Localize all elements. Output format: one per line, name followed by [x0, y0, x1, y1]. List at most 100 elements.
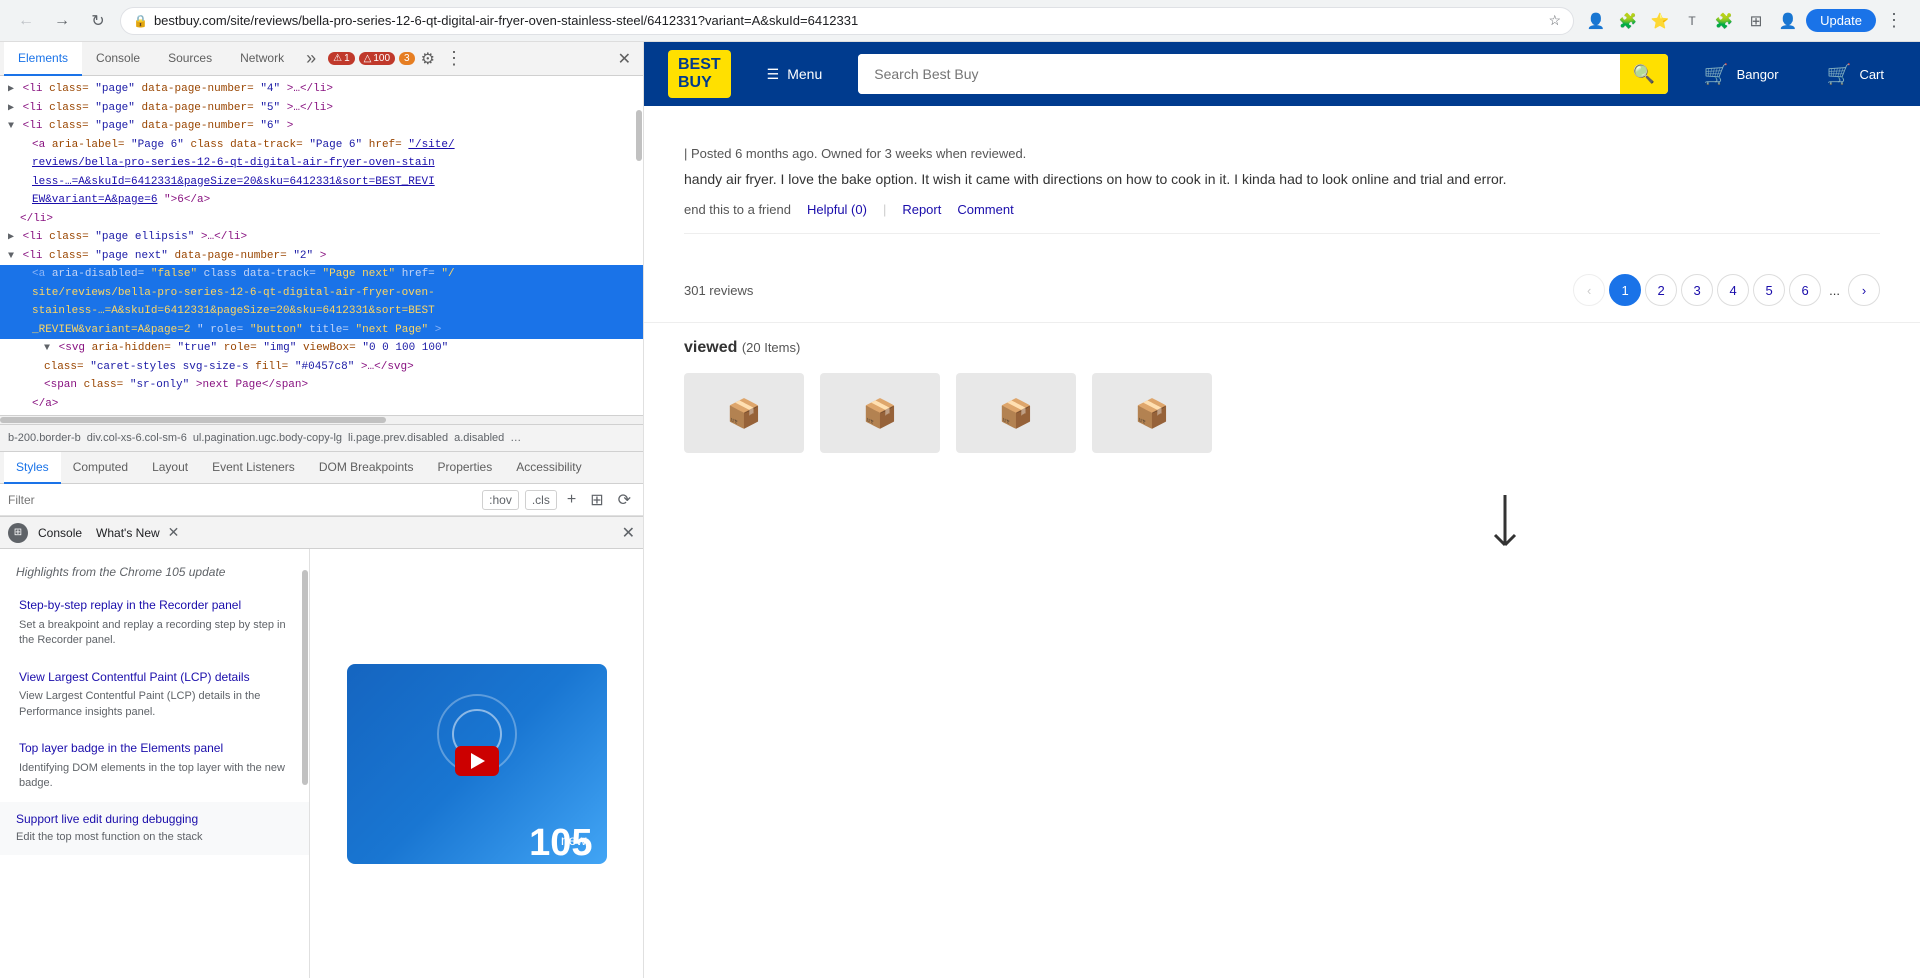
tab-styles[interactable]: Styles [4, 452, 61, 484]
back-button[interactable]: ← [12, 7, 40, 35]
report-button[interactable]: Report [902, 202, 941, 217]
tab-event-listeners[interactable]: Event Listeners [200, 452, 307, 484]
person-icon[interactable]: 👤 [1774, 7, 1802, 35]
dom-line-selected[interactable]: stainless-…=A&skuId=6412331&pageSize=20&… [0, 302, 643, 321]
breadcrumb-item[interactable]: a.disabled [454, 432, 504, 444]
page-1-button[interactable]: 1 [1609, 274, 1641, 306]
star-icon[interactable]: ☆ [1549, 12, 1562, 29]
update-button[interactable]: Update [1806, 9, 1876, 32]
expand-icon[interactable]: ▶ [8, 103, 14, 114]
menu-button[interactable]: ☰ Menu [755, 58, 835, 91]
dom-line-selected[interactable]: <a aria-disabled= "false" class data-tra… [0, 265, 643, 284]
layout-icon[interactable]: ⊞ [586, 488, 607, 512]
list-item[interactable]: Top layer badge in the Elements panel Id… [0, 730, 309, 802]
profile-icon[interactable]: 👤 [1582, 7, 1610, 35]
devtools-menu-button[interactable]: ⋮ [441, 48, 467, 69]
tab-elements[interactable]: Elements [4, 42, 82, 76]
whatsnew-tab[interactable]: What's New ✕ [96, 524, 183, 541]
product-card[interactable]: 📦 [956, 373, 1076, 461]
address-bar[interactable]: 🔒 bestbuy.com/site/reviews/bella-pro-ser… [120, 7, 1574, 35]
grid-icon[interactable]: ⊞ [1742, 7, 1770, 35]
list-item[interactable]: View Largest Contentful Paint (LCP) deta… [0, 659, 309, 731]
console-tab-label[interactable]: Console [32, 526, 88, 540]
extensions-icon[interactable]: 🧩 [1710, 7, 1738, 35]
next-page-button[interactable]: › [1848, 274, 1880, 306]
tab-dom-breakpoints[interactable]: DOM Breakpoints [307, 452, 426, 484]
product-card[interactable]: 📦 [684, 373, 804, 461]
breadcrumb: b-200.border-b div.col-xs-6.col-sm-6 ul.… [0, 424, 643, 452]
tab-computed[interactable]: Computed [61, 452, 140, 484]
whatsnew-close-button[interactable]: ✕ [164, 524, 184, 541]
chrome-menu-icon[interactable]: ⋮ [1880, 7, 1908, 35]
breadcrumb-item[interactable]: b-200.border-b [8, 432, 81, 444]
page-2-button[interactable]: 2 [1645, 274, 1677, 306]
refresh-icon[interactable]: ⟳ [614, 488, 635, 512]
page-3-button[interactable]: 3 [1681, 274, 1713, 306]
prev-page-button[interactable]: ‹ [1573, 274, 1605, 306]
search-input[interactable] [858, 54, 1619, 94]
h-scroll-thumb[interactable] [0, 417, 386, 423]
cart-button[interactable]: 🛒 Cart [1815, 54, 1896, 95]
extension-icon[interactable]: 🧩 [1614, 7, 1642, 35]
list-scrollbar[interactable] [301, 549, 309, 978]
send-friend-link[interactable]: end this to a friend [684, 202, 791, 217]
console-panel-close-button[interactable]: ✕ [622, 523, 635, 543]
dom-line-selected[interactable]: _REVIEW&variant=A&page=2 " role= "button… [0, 321, 643, 340]
dom-line: <a aria-label= "Page 6" class data-track… [0, 136, 643, 155]
tab-network[interactable]: Network [226, 42, 298, 76]
tab-sources[interactable]: Sources [154, 42, 226, 76]
play-button[interactable] [455, 746, 499, 776]
dom-line: ▶ <li class= "page" data-page-number= "4… [0, 80, 643, 99]
whatsnew-item-desc: Set a breakpoint and replay a recording … [19, 618, 293, 649]
dom-vertical-scrollbar[interactable] [635, 76, 643, 415]
review-item: | Posted 6 months ago. Owned for 3 weeks… [684, 130, 1880, 234]
page-5-button[interactable]: 5 [1753, 274, 1785, 306]
hover-filter-button[interactable]: :hov [482, 490, 519, 510]
product-image: 📦 [820, 373, 940, 453]
website-content[interactable]: | Posted 6 months ago. Owned for 3 weeks… [644, 106, 1920, 978]
video-thumbnail[interactable]: new 105 [347, 664, 607, 864]
tab-console[interactable]: Console [82, 42, 154, 76]
console-tab-icon[interactable]: ⊞ [8, 523, 28, 543]
dom-tree-scroll[interactable]: ▶ <li class= "page" data-page-number= "4… [0, 76, 643, 415]
tab-properties[interactable]: Properties [426, 452, 505, 484]
list-scroll-thumb[interactable] [302, 570, 308, 785]
page-6-button[interactable]: 6 [1789, 274, 1821, 306]
devtools-close-button[interactable]: ✕ [610, 49, 639, 69]
breadcrumb-item[interactable]: ul.pagination.ugc.body-copy-lg [193, 432, 342, 444]
search-button[interactable]: 🔍 [1620, 54, 1668, 94]
horizontal-scrollbar[interactable] [0, 416, 643, 424]
list-item[interactable]: Step-by-step replay in the Recorder pane… [0, 587, 309, 659]
cls-filter-button[interactable]: .cls [525, 490, 557, 510]
filter-input[interactable] [8, 493, 476, 507]
tab-accessibility[interactable]: Accessibility [504, 452, 593, 484]
breadcrumb-item[interactable]: div.col-xs-6.col-sm-6 [87, 432, 187, 444]
expand-icon[interactable]: ▶ [8, 84, 14, 95]
comment-button[interactable]: Comment [957, 202, 1013, 217]
collapse-icon[interactable]: ▼ [44, 343, 50, 354]
breadcrumb-item[interactable]: li.page.prev.disabled [348, 432, 448, 444]
page-4-button[interactable]: 4 [1717, 274, 1749, 306]
expand-icon[interactable]: ▶ [8, 232, 14, 243]
settings-button[interactable]: ⚙ [415, 49, 441, 69]
tab-layout[interactable]: Layout [140, 452, 200, 484]
account-button[interactable]: 🛒 Bangor [1692, 54, 1791, 95]
list-item[interactable]: Support live edit during debugging Edit … [0, 802, 309, 855]
breadcrumb-more[interactable]: … [510, 432, 521, 444]
dom-scroll-thumb[interactable] [636, 110, 642, 161]
helpful-button[interactable]: Helpful (0) [807, 202, 867, 217]
more-tabs-button[interactable]: » [298, 48, 324, 69]
add-style-button[interactable]: + [563, 489, 580, 511]
dom-line-selected[interactable]: site/reviews/bella-pro-series-12-6-qt-di… [0, 284, 643, 303]
forward-button[interactable]: → [48, 7, 76, 35]
review-count: 301 reviews [684, 283, 753, 298]
bookmark-icon[interactable]: ⭐ [1646, 7, 1674, 35]
url-text: bestbuy.com/site/reviews/bella-pro-serie… [154, 13, 1543, 28]
collapse-icon[interactable]: ▼ [8, 251, 14, 262]
bestbuy-logo[interactable]: BEST BUY [668, 50, 731, 97]
product-card[interactable]: 📦 [1092, 373, 1212, 461]
product-card[interactable]: 📦 [820, 373, 940, 461]
translate-icon[interactable]: T [1678, 7, 1706, 35]
collapse-icon[interactable]: ▼ [8, 121, 14, 132]
reload-button[interactable]: ↻ [84, 7, 112, 35]
